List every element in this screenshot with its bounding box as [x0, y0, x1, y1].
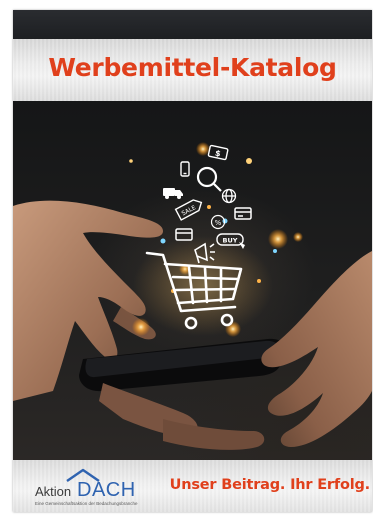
- top-dark-strip: [13, 10, 372, 39]
- aktion-dach-logo: Aktion DACH Eine Gemeinschaftsaktion der…: [35, 468, 185, 508]
- delivery-truck-icon: [163, 188, 183, 199]
- catalog-cover: Werbemittel-Katalog BUY SALE % $ Aktion …: [13, 10, 372, 512]
- search-icon: [196, 166, 222, 192]
- logo-subline: Eine Gemeinschaftsaktion der Bedachungsb…: [35, 501, 138, 506]
- footer-band: Aktion DACH Eine Gemeinschaftsaktion der…: [13, 460, 372, 512]
- logo-dach-text: DACH: [77, 479, 136, 501]
- percent-icon: %: [210, 214, 226, 230]
- logo-aktion-text: Aktion: [35, 484, 72, 499]
- dollar-label: $: [214, 149, 222, 159]
- catalog-title: Werbemittel-Katalog: [48, 53, 337, 82]
- globe-icon: [221, 188, 237, 204]
- title-band: Werbemittel-Katalog: [13, 39, 372, 101]
- wallet-card-icon: [234, 207, 252, 220]
- hero-photo: BUY SALE % $: [13, 101, 372, 460]
- sale-tag-icon: SALE: [174, 199, 203, 221]
- dollar-bill-icon: $: [207, 144, 229, 161]
- hero-illustration: BUY SALE % $: [13, 142, 372, 450]
- slogan: Unser Beitrag. Ihr Erfolg.: [169, 477, 371, 493]
- buy-label: BUY: [223, 237, 238, 245]
- smartphone-icon: [180, 161, 190, 177]
- percent-label: %: [215, 219, 222, 227]
